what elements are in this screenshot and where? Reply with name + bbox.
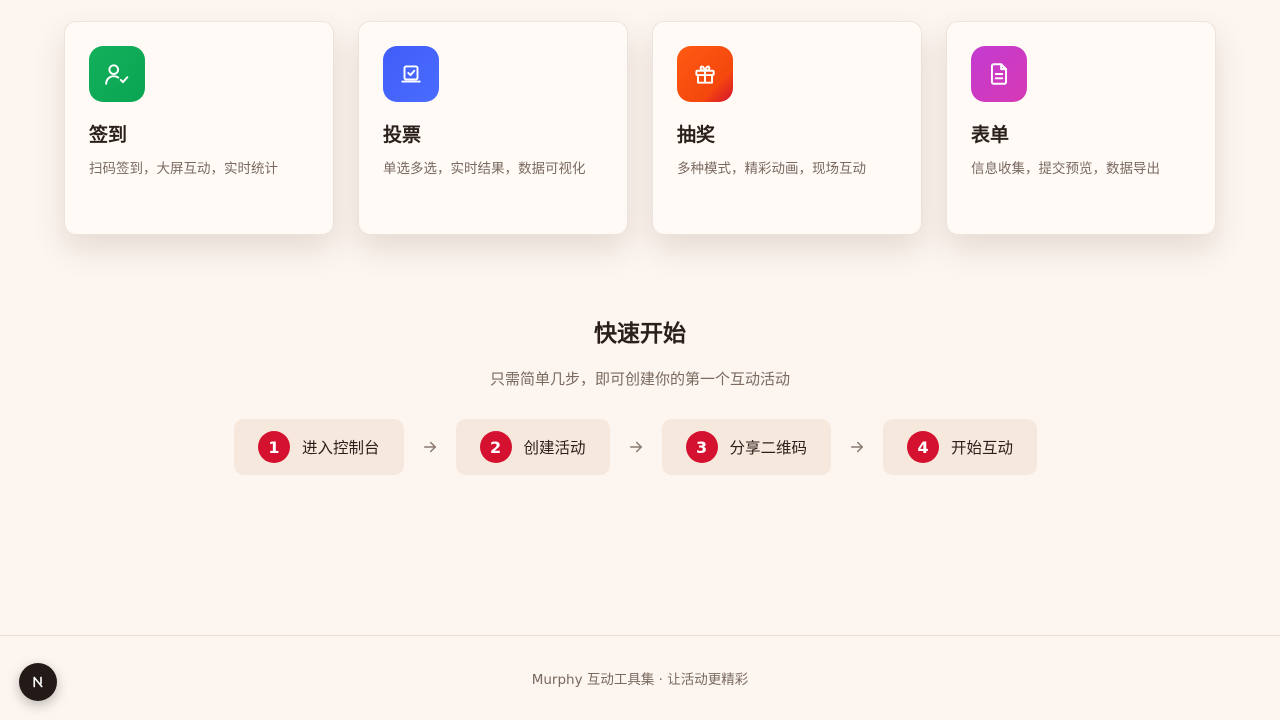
card-title: 投票 [383, 124, 422, 146]
step-2[interactable]: 2 创建活动 [455, 419, 610, 475]
card-desc: 单选多选，实时结果，数据可视化 [383, 161, 586, 177]
vote-icon-tile [383, 46, 439, 102]
gift-icon [695, 65, 715, 84]
step-label: 创建活动 [523, 439, 586, 457]
step-number: 1 [258, 431, 290, 463]
form-icon-tile [971, 46, 1027, 102]
user-check-icon [105, 64, 129, 85]
feature-card-lottery[interactable]: 抽奖 多种模式，精彩动画，现场互动 [652, 21, 922, 235]
step-3[interactable]: 3 分享二维码 [661, 419, 832, 475]
quick-start-title: 快速开始 [594, 321, 686, 347]
nextjs-logo-icon [33, 676, 43, 688]
card-desc: 扫码签到，大屏互动，实时统计 [89, 161, 278, 177]
document-icon [990, 63, 1008, 85]
step-label: 分享二维码 [729, 439, 808, 457]
card-desc: 信息收集，提交预览，数据导出 [971, 161, 1160, 177]
quick-start-section: 快速开始 只需简单几步，即可创建你的第一个互动活动 [0, 314, 1280, 389]
feature-card-vote[interactable]: 投票 单选多选，实时结果，数据可视化 [358, 21, 628, 235]
arrow-right-icon [404, 438, 456, 456]
feature-card-form[interactable]: 表单 信息收集，提交预览，数据导出 [946, 21, 1216, 235]
step-number: 3 [685, 431, 718, 463]
step-number: 2 [479, 431, 512, 463]
card-title: 表单 [971, 124, 1010, 146]
feature-card-checkin[interactable]: 签到 扫码签到，大屏互动，实时统计 [64, 21, 334, 235]
feature-cards: 签到 扫码签到，大屏互动，实时统计 投票 单选多选，实时结果，数据可视化 抽奖 … [64, 21, 1216, 235]
lottery-icon-tile [677, 46, 733, 102]
footer: Murphy 互动工具集 · 让活动更精彩 [0, 635, 1280, 720]
quick-start-steps: 1 进入控制台 2 创建活动 3 分享二维码 4 开始互动 [234, 419, 1046, 475]
arrow-right-icon [831, 438, 883, 456]
card-title: 抽奖 [677, 124, 716, 146]
checkin-icon-tile [89, 46, 145, 102]
footer-text: Murphy 互动工具集 · 让活动更精彩 [531, 671, 749, 688]
step-number: 4 [907, 431, 940, 463]
card-title: 签到 [89, 124, 128, 146]
step-4[interactable]: 4 开始互动 [883, 419, 1038, 475]
arrow-right-icon [610, 438, 662, 456]
step-label: 进入控制台 [302, 439, 380, 457]
card-desc: 多种模式，精彩动画，现场互动 [677, 161, 866, 177]
quick-start-subtitle: 只需简单几步，即可创建你的第一个互动活动 [489, 370, 790, 388]
vote-box-icon [401, 65, 421, 83]
step-1[interactable]: 1 进入控制台 [234, 419, 404, 475]
step-label: 开始互动 [951, 439, 1014, 457]
nextjs-dev-badge[interactable] [19, 663, 57, 701]
